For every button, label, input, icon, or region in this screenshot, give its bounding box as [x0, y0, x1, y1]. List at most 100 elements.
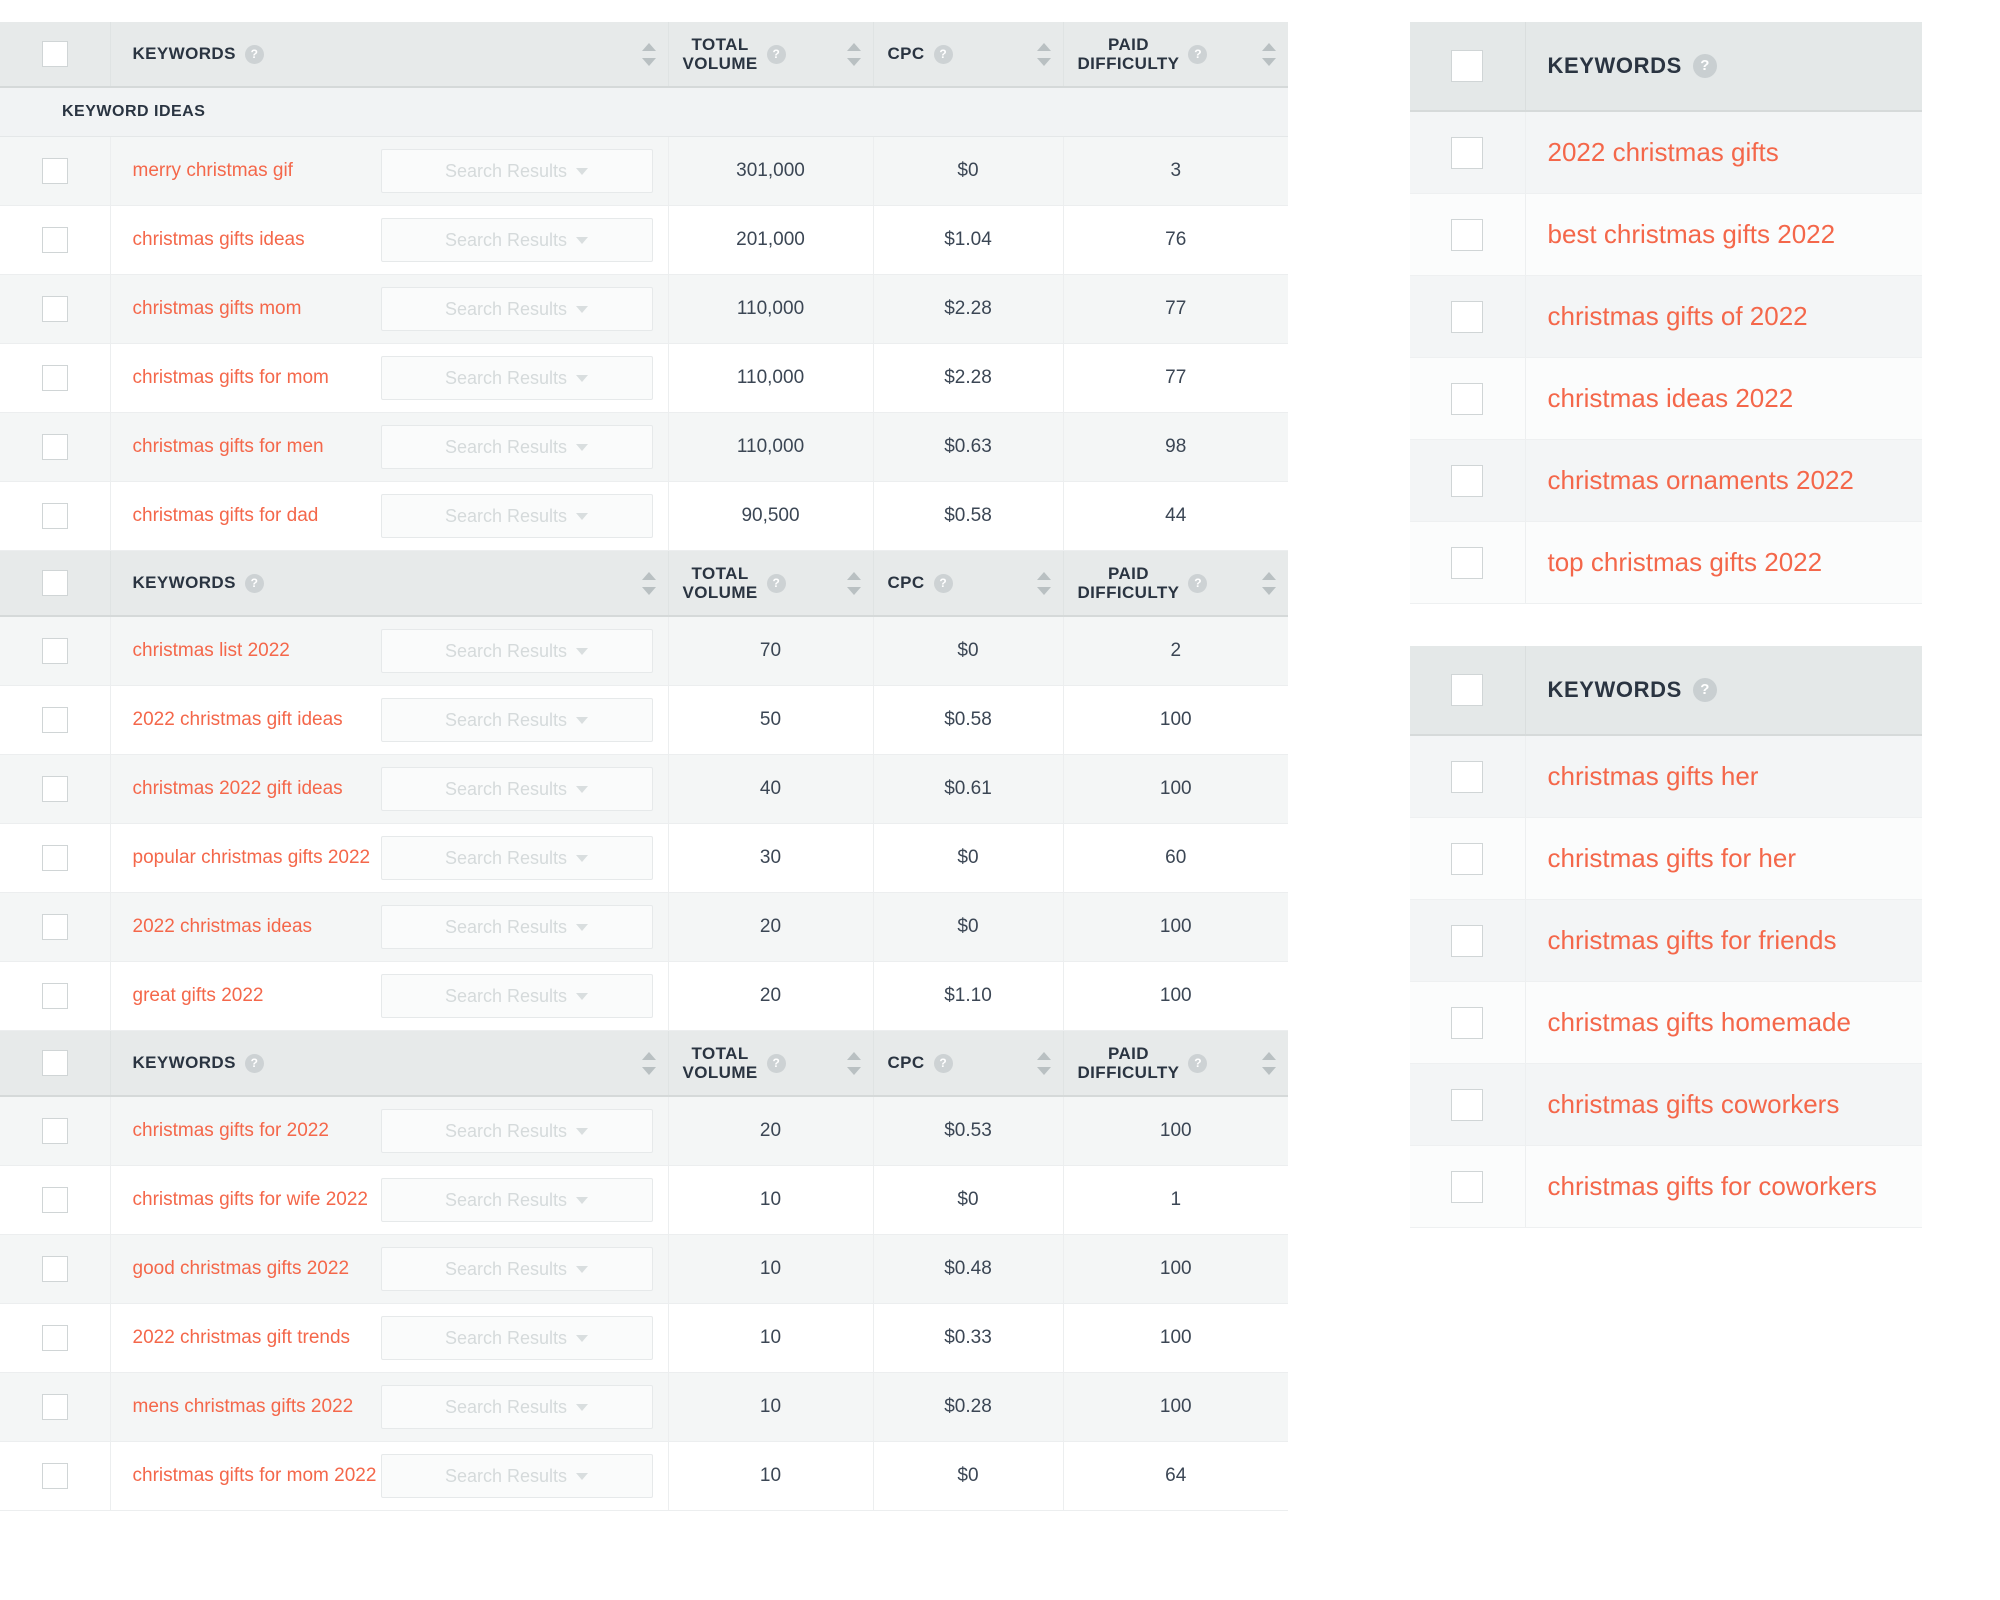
- keywords-header-cell[interactable]: KEYWORDS?: [110, 22, 669, 88]
- sort-control[interactable]: [1029, 42, 1051, 66]
- help-icon[interactable]: ?: [1188, 1053, 1208, 1073]
- related-keyword-link[interactable]: christmas gifts for coworkers: [1548, 1171, 1877, 1202]
- keyword-link[interactable]: christmas gifts for 2022: [133, 1119, 381, 1142]
- sort-control[interactable]: [1029, 571, 1051, 595]
- help-icon[interactable]: ?: [244, 44, 264, 64]
- search-results-dropdown[interactable]: Search Results: [380, 698, 653, 742]
- search-results-dropdown[interactable]: Search Results: [380, 974, 653, 1018]
- related-row-checkbox[interactable]: [1451, 760, 1484, 793]
- related-keyword-link[interactable]: best christmas gifts 2022: [1548, 219, 1836, 250]
- row-checkbox[interactable]: [41, 158, 68, 184]
- row-checkbox[interactable]: [41, 638, 68, 664]
- related-keyword-link[interactable]: christmas gifts for her: [1548, 843, 1797, 874]
- keyword-link[interactable]: 2022 christmas ideas: [133, 915, 381, 938]
- related-row-checkbox[interactable]: [1451, 1170, 1484, 1203]
- search-results-dropdown[interactable]: Search Results: [380, 905, 653, 949]
- search-results-dropdown[interactable]: Search Results: [380, 1109, 653, 1153]
- row-checkbox[interactable]: [41, 365, 68, 391]
- related-keyword-link[interactable]: christmas ideas 2022: [1548, 383, 1794, 414]
- select-all-checkbox[interactable]: [41, 41, 68, 67]
- related-row-checkbox[interactable]: [1451, 218, 1484, 251]
- keyword-link[interactable]: christmas gifts for mom: [133, 366, 381, 389]
- keyword-link[interactable]: christmas gifts ideas: [133, 228, 381, 251]
- related-keyword-link[interactable]: christmas gifts coworkers: [1548, 1089, 1840, 1120]
- sort-control[interactable]: [1254, 571, 1276, 595]
- row-checkbox[interactable]: [41, 776, 68, 802]
- keywords-header-cell[interactable]: KEYWORDS?: [110, 1030, 669, 1097]
- keyword-link[interactable]: merry christmas gif: [133, 159, 381, 182]
- sort-control[interactable]: [839, 42, 861, 66]
- related-keyword-link[interactable]: christmas ornaments 2022: [1548, 465, 1854, 496]
- related-row-checkbox[interactable]: [1451, 136, 1484, 169]
- help-icon[interactable]: ?: [766, 1053, 786, 1073]
- related-row-checkbox[interactable]: [1451, 1006, 1484, 1039]
- help-icon[interactable]: ?: [1692, 678, 1717, 702]
- keyword-link[interactable]: christmas gifts for wife 2022: [133, 1188, 381, 1211]
- sort-control[interactable]: [634, 1051, 656, 1075]
- paid-difficulty-header-cell[interactable]: PAID DIFFICULTY?: [1063, 1030, 1288, 1097]
- related-row-checkbox[interactable]: [1451, 300, 1484, 333]
- help-icon[interactable]: ?: [766, 44, 786, 64]
- keywords-header-cell[interactable]: KEYWORDS?: [110, 550, 669, 617]
- related-select-all-checkbox[interactable]: [1451, 674, 1484, 706]
- related-keywords-header-cell[interactable]: KEYWORDS?: [1525, 646, 1922, 736]
- related-row-checkbox[interactable]: [1451, 1088, 1484, 1121]
- row-checkbox[interactable]: [41, 845, 68, 871]
- related-keyword-link[interactable]: christmas gifts of 2022: [1548, 301, 1808, 332]
- search-results-dropdown[interactable]: Search Results: [380, 1178, 653, 1222]
- row-checkbox[interactable]: [41, 1187, 68, 1213]
- row-checkbox[interactable]: [41, 707, 68, 733]
- related-keyword-link[interactable]: 2022 christmas gifts: [1548, 137, 1779, 168]
- keyword-link[interactable]: christmas gifts mom: [133, 297, 381, 320]
- related-keyword-link[interactable]: christmas gifts her: [1548, 761, 1759, 792]
- related-keyword-link[interactable]: christmas gifts for friends: [1548, 925, 1837, 956]
- search-results-dropdown[interactable]: Search Results: [380, 287, 653, 331]
- search-results-dropdown[interactable]: Search Results: [380, 356, 653, 400]
- keyword-link[interactable]: christmas gifts for dad: [133, 504, 381, 527]
- search-results-dropdown[interactable]: Search Results: [380, 1316, 653, 1360]
- search-results-dropdown[interactable]: Search Results: [380, 218, 653, 262]
- help-icon[interactable]: ?: [1692, 54, 1717, 78]
- search-results-dropdown[interactable]: Search Results: [380, 629, 653, 673]
- search-results-dropdown[interactable]: Search Results: [380, 149, 653, 193]
- related-select-all-checkbox[interactable]: [1451, 50, 1484, 82]
- sort-control[interactable]: [1254, 42, 1276, 66]
- row-checkbox[interactable]: [41, 1463, 68, 1489]
- help-icon[interactable]: ?: [933, 1053, 953, 1073]
- select-all-checkbox[interactable]: [41, 1050, 68, 1076]
- keyword-link[interactable]: 2022 christmas gift trends: [133, 1326, 381, 1349]
- related-row-checkbox[interactable]: [1451, 464, 1484, 497]
- row-checkbox[interactable]: [41, 503, 68, 529]
- help-icon[interactable]: ?: [933, 573, 953, 593]
- sort-control[interactable]: [839, 571, 861, 595]
- related-keywords-header-cell[interactable]: KEYWORDS?: [1525, 22, 1922, 112]
- row-checkbox[interactable]: [41, 1394, 68, 1420]
- related-keyword-link[interactable]: top christmas gifts 2022: [1548, 547, 1823, 578]
- related-row-checkbox[interactable]: [1451, 842, 1484, 875]
- help-icon[interactable]: ?: [244, 573, 264, 593]
- cpc-header-cell[interactable]: CPC?: [873, 550, 1064, 617]
- related-row-checkbox[interactable]: [1451, 924, 1484, 957]
- keyword-link[interactable]: christmas gifts for men: [133, 435, 381, 458]
- help-icon[interactable]: ?: [1188, 44, 1208, 64]
- row-checkbox[interactable]: [41, 1256, 68, 1282]
- search-results-dropdown[interactable]: Search Results: [380, 425, 653, 469]
- total-volume-header-cell[interactable]: TOTAL VOLUME?: [668, 1030, 874, 1097]
- sort-control[interactable]: [634, 42, 656, 66]
- search-results-dropdown[interactable]: Search Results: [380, 1247, 653, 1291]
- row-checkbox[interactable]: [41, 296, 68, 322]
- cpc-header-cell[interactable]: CPC?: [873, 22, 1064, 88]
- keyword-link[interactable]: popular christmas gifts 2022: [133, 846, 381, 869]
- search-results-dropdown[interactable]: Search Results: [380, 1454, 653, 1498]
- cpc-header-cell[interactable]: CPC?: [873, 1030, 1064, 1097]
- row-checkbox[interactable]: [41, 983, 68, 1009]
- paid-difficulty-header-cell[interactable]: PAID DIFFICULTY?: [1063, 550, 1288, 617]
- total-volume-header-cell[interactable]: TOTAL VOLUME?: [668, 550, 874, 617]
- sort-control[interactable]: [634, 571, 656, 595]
- keyword-link[interactable]: good christmas gifts 2022: [133, 1257, 381, 1280]
- select-all-checkbox[interactable]: [41, 570, 68, 596]
- keyword-link[interactable]: 2022 christmas gift ideas: [133, 708, 381, 731]
- row-checkbox[interactable]: [41, 1325, 68, 1351]
- keyword-link[interactable]: mens christmas gifts 2022: [133, 1395, 381, 1418]
- related-row-checkbox[interactable]: [1451, 382, 1484, 415]
